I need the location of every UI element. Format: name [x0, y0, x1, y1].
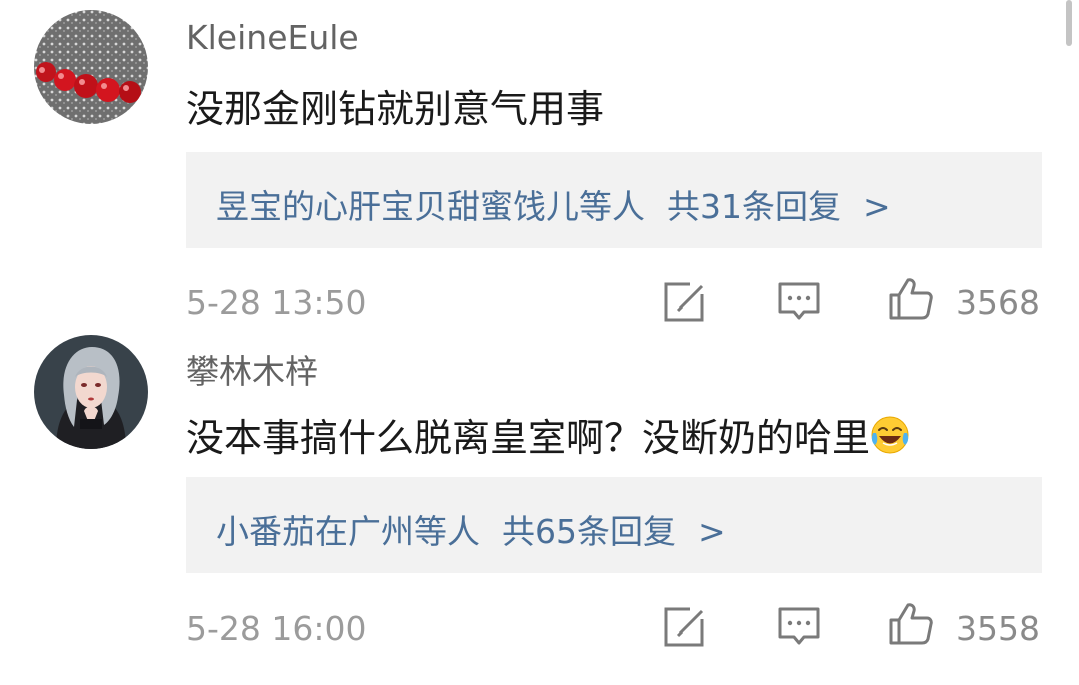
comment-text: 没那金刚钻就别意气用事 [186, 78, 604, 133]
edit-icon[interactable] [662, 603, 708, 649]
reply-count: 共65条回复 [502, 512, 676, 551]
reply-summary[interactable]: 小番茄在广州等人 共65条回复 > [186, 477, 1042, 573]
reply-count: 共31条回复 [667, 187, 841, 226]
username[interactable]: 攀林木梓 [186, 345, 318, 393]
like-count: 3558 [956, 609, 1040, 648]
chevron-right-icon: > [863, 187, 891, 226]
scrollbar[interactable] [1066, 0, 1072, 46]
comment-text: 没本事搞什么脱离皇室啊？没断奶的哈里 [186, 407, 910, 464]
comment-item: KleineEule 没那金刚钻就别意气用事 昱宝的心肝宝贝甜蜜饯儿等人 共31条… [0, 0, 1079, 335]
avatar[interactable] [34, 335, 148, 449]
comment-time: 5-28 13:50 [186, 283, 367, 322]
thumbs-up-icon[interactable] [888, 276, 934, 322]
reply-users: 小番茄在广州等人 [216, 512, 480, 551]
reply-users: 昱宝的心肝宝贝甜蜜饯儿等人 [216, 187, 645, 226]
anime-girl-avatar-image [34, 335, 148, 449]
username[interactable]: KleineEule [186, 18, 359, 57]
comment-item: 攀林木梓 没本事搞什么脱离皇室啊？没断奶的哈里 小番茄在广州等人 共65条回复 > … [0, 335, 1079, 685]
edit-icon[interactable] [662, 278, 708, 324]
red-beads-avatar-image [34, 10, 148, 124]
reply-summary-text: 昱宝的心肝宝贝甜蜜饯儿等人 共31条回复 > [216, 180, 891, 228]
thumbs-up-icon[interactable] [888, 601, 934, 647]
avatar[interactable] [34, 10, 148, 124]
comment-icon[interactable] [776, 603, 822, 649]
comment-icon[interactable] [776, 278, 822, 324]
chevron-right-icon: > [698, 512, 726, 551]
comment-time: 5-28 16:00 [186, 609, 367, 648]
laughing-crying-emoji [870, 415, 910, 464]
reply-summary-text: 小番茄在广州等人 共65条回复 > [216, 505, 726, 553]
like-count: 3568 [956, 283, 1040, 322]
reply-summary[interactable]: 昱宝的心肝宝贝甜蜜饯儿等人 共31条回复 > [186, 152, 1042, 248]
comment-text-body: 没本事搞什么脱离皇室啊？没断奶的哈里 [186, 416, 871, 460]
comment-text-body: 没那金刚钻就别意气用事 [186, 87, 605, 131]
